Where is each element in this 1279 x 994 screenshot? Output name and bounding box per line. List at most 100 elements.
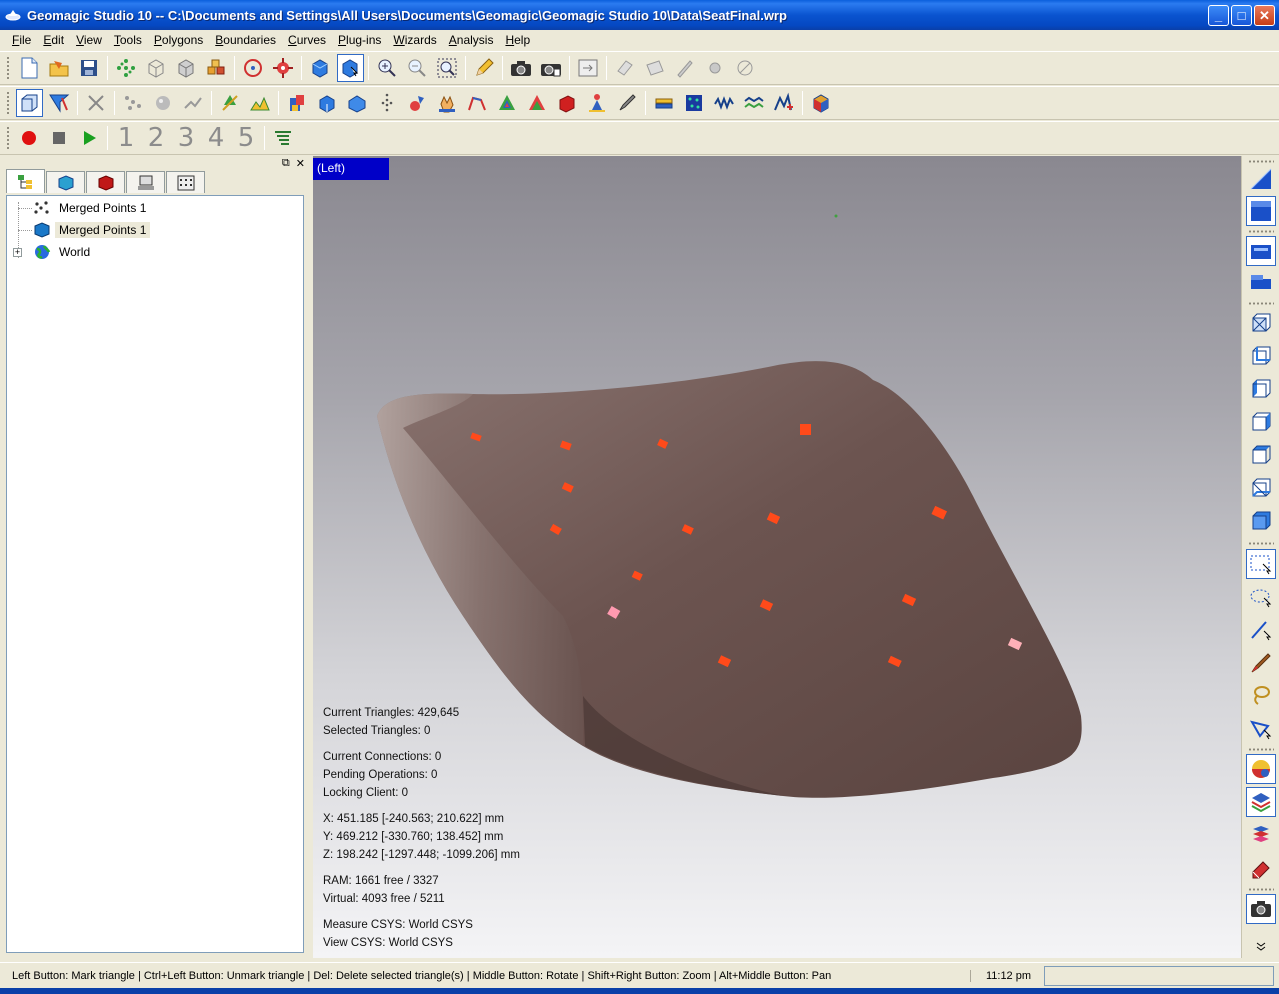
polygon-edit-button-15[interactable] [711, 89, 738, 117]
tab-dialog[interactable] [126, 171, 165, 193]
polygon-edit-button-5[interactable] [404, 89, 431, 117]
toolbar-grip[interactable] [1248, 888, 1274, 891]
tab-material[interactable] [86, 171, 125, 193]
clear-selection-button[interactable] [1246, 853, 1276, 883]
export-button[interactable] [575, 54, 602, 82]
minimize-button[interactable]: _ [1208, 5, 1229, 26]
view-front-button[interactable] [1246, 308, 1276, 338]
menu-tools[interactable]: Tools [108, 33, 148, 47]
macro-slot-2[interactable]: 2 [141, 124, 171, 152]
toolbar-grip[interactable] [1248, 748, 1274, 751]
manifold-button[interactable] [247, 89, 274, 117]
zoom-fit-button[interactable] [434, 54, 461, 82]
macro-slot-5[interactable]: 5 [231, 124, 261, 152]
macro-slot-1[interactable]: 1 [111, 124, 141, 152]
zoom-in-button[interactable] [374, 54, 401, 82]
tab-display[interactable] [46, 171, 85, 193]
3d-viewport[interactable]: (Left) Current Triangles: 429,645 Select… [313, 156, 1241, 958]
fill-holes-button[interactable] [217, 89, 244, 117]
point-button[interactable] [702, 54, 729, 82]
tree-item-merged-points-cloud[interactable]: Merged Points 1 [33, 198, 150, 218]
delete-button[interactable] [83, 89, 110, 117]
toolbar-grip[interactable] [6, 126, 10, 150]
close-button[interactable]: ✕ [1254, 5, 1275, 26]
more-tools-button[interactable] [1246, 938, 1276, 954]
toolbar-grip[interactable] [1248, 302, 1274, 305]
select-by-angle-button[interactable] [1246, 787, 1276, 817]
polygon-edit-button-10[interactable] [554, 89, 581, 117]
menu-plug-ins[interactable]: Plug-ins [332, 33, 387, 47]
reduce-noise-button[interactable] [120, 89, 147, 117]
select-by-curvature-button[interactable] [1246, 820, 1276, 850]
menu-curves[interactable]: Curves [282, 33, 332, 47]
capture-button[interactable] [508, 54, 535, 82]
toolbar-grip[interactable] [1248, 160, 1274, 163]
geomagic-app-icon[interactable] [5, 7, 21, 23]
wireframe-button[interactable] [143, 54, 170, 82]
wrap-button[interactable] [180, 89, 207, 117]
polygon-edit-button-6[interactable] [434, 89, 461, 117]
play-button[interactable] [76, 124, 103, 152]
menu-edit[interactable]: Edit [37, 33, 70, 47]
tree-item-merged-points-mesh[interactable]: Merged Points 1 [33, 220, 151, 240]
clear-button[interactable] [732, 54, 759, 82]
ellipse-select-button[interactable] [1246, 582, 1276, 612]
polygon-edit-button-13[interactable] [651, 89, 678, 117]
polygon-edit-button-17[interactable] [771, 89, 798, 117]
macro-list-button[interactable] [270, 124, 297, 152]
zoom-out-button[interactable] [404, 54, 431, 82]
view-select-button[interactable] [336, 54, 364, 82]
rectangle-select-button[interactable] [1246, 549, 1276, 579]
polygon-edit-button-8[interactable] [494, 89, 521, 117]
record-button[interactable] [16, 124, 43, 152]
shaded-button[interactable] [173, 54, 200, 82]
rotate-button[interactable] [240, 54, 267, 82]
restore-panel-icon[interactable]: ⧉ [282, 157, 290, 170]
polygon-edit-button-2[interactable] [314, 89, 341, 117]
measure-surface-button[interactable] [612, 54, 639, 82]
capture-view-button[interactable] [1246, 894, 1276, 924]
select-front-button[interactable] [1246, 164, 1276, 194]
toolbar-grip[interactable] [1248, 542, 1274, 545]
paintbrush-select-button[interactable] [1246, 648, 1276, 678]
annotate-button[interactable] [471, 54, 498, 82]
tab-model-manager[interactable] [6, 169, 45, 193]
menu-file[interactable]: File [6, 33, 37, 47]
polygon-edit-button-4[interactable] [374, 89, 401, 117]
polygon-edit-button-16[interactable] [741, 89, 768, 117]
open-button[interactable] [46, 54, 73, 82]
view-iso-button[interactable] [307, 54, 334, 82]
expand-world-icon[interactable]: + [13, 248, 22, 257]
menu-analysis[interactable]: Analysis [443, 33, 500, 47]
polygon-edit-button-1[interactable] [284, 89, 311, 117]
maximize-button[interactable]: □ [1231, 5, 1252, 26]
toolbar-grip[interactable] [1248, 230, 1274, 233]
view-isometric-button[interactable] [1246, 506, 1276, 536]
object-tools-button[interactable] [203, 54, 230, 82]
tab-statistics[interactable] [166, 171, 205, 193]
polygon-edit-button-18[interactable] [808, 89, 835, 117]
view-bottom-button[interactable] [1246, 473, 1276, 503]
select-mode-button[interactable] [15, 89, 43, 117]
polyline-select-button[interactable] [1246, 714, 1276, 744]
macro-slot-4[interactable]: 4 [201, 124, 231, 152]
save-button[interactable] [76, 54, 103, 82]
toolbar-grip[interactable] [6, 91, 10, 115]
stop-button[interactable] [46, 124, 73, 152]
polygon-edit-button-3[interactable] [344, 89, 371, 117]
menu-wizards[interactable]: Wizards [387, 33, 442, 47]
view-left-button[interactable] [1246, 374, 1276, 404]
lasso-button[interactable] [46, 89, 73, 117]
lasso-select-button[interactable] [1246, 681, 1276, 711]
sample-button[interactable] [150, 89, 177, 117]
menu-boundaries[interactable]: Boundaries [209, 33, 282, 47]
select-window-alt-button[interactable] [1246, 268, 1276, 298]
view-back-button[interactable] [1246, 341, 1276, 371]
select-all-button[interactable] [1246, 754, 1276, 784]
polygon-edit-button-14[interactable] [681, 89, 708, 117]
menu-view[interactable]: View [70, 33, 108, 47]
polygon-edit-button-7[interactable] [464, 89, 491, 117]
menu-help[interactable]: Help [499, 33, 536, 47]
polygon-edit-button-11[interactable] [584, 89, 611, 117]
toolbar-grip[interactable] [6, 56, 10, 80]
